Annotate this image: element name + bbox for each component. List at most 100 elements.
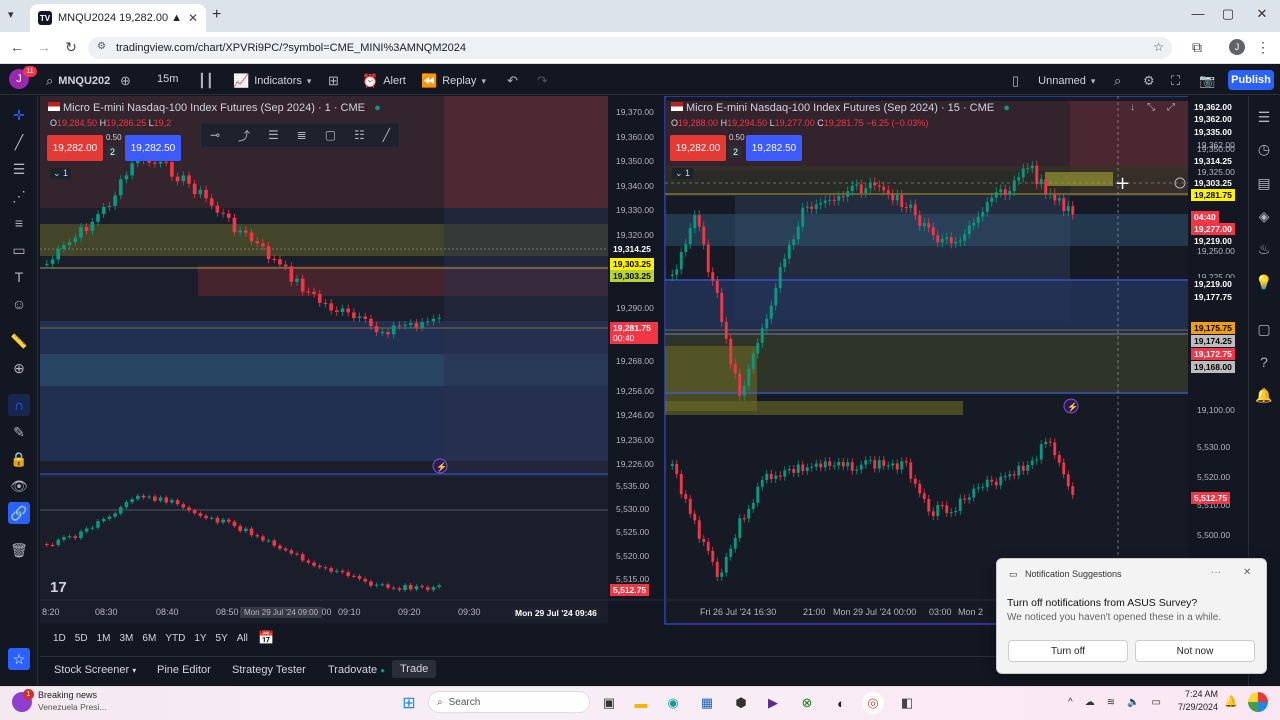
browser-tab[interactable]: TV MNQU2024 19,282.00 ▲ +0.58 ✕ [30, 4, 206, 32]
line-tool-icon[interactable]: ╱ [383, 128, 390, 142]
speaker-icon[interactable]: 🔈 [1127, 697, 1139, 708]
trend-line-icon[interactable]: ╱ [8, 131, 30, 153]
maximize-pane-icon[interactable]: ⤢ [1167, 102, 1175, 113]
crosshair-icon[interactable]: ✛ [8, 104, 30, 126]
maximize-icon[interactable]: ▢ [1218, 6, 1238, 22]
profile-avatar[interactable]: J [1229, 39, 1245, 55]
range-ytd[interactable]: YTD [165, 633, 185, 644]
layout-selector[interactable]: ▯ Unnamed ▾ [1012, 73, 1095, 89]
reload-icon[interactable]: ↻ [62, 39, 80, 56]
not-now-button[interactable]: Not now [1135, 640, 1255, 662]
ruler-icon[interactable]: 📏 [8, 330, 30, 352]
lock-icon[interactable]: 🔒 [8, 448, 30, 470]
news-title[interactable]: Breaking news [38, 690, 97, 700]
snapshot-button[interactable]: 📷 [1199, 73, 1215, 89]
pitchfork-icon[interactable]: ≡ [8, 212, 30, 234]
watchlist-icon[interactable]: ☰ [1253, 106, 1275, 128]
fib-retracement-icon[interactable]: ☰ [8, 158, 30, 180]
close-window-icon[interactable]: ✕ [1252, 6, 1272, 22]
buy-button[interactable]: 19,282.50 [125, 135, 181, 161]
tab-trade[interactable]: Trade [392, 660, 437, 678]
redo-button[interactable]: ↷ [537, 73, 548, 89]
bookmark-star-icon[interactable]: ☆ [1153, 40, 1164, 54]
forward-icon[interactable]: → [35, 39, 53, 55]
collapse-pane-icon[interactable]: ⤡ [1147, 102, 1155, 113]
chart-type-button[interactable]: ┃┃ [198, 73, 214, 89]
collapse-indicators-toggle[interactable]: ⌄ 1 [672, 168, 694, 179]
order-qty[interactable]: 2 [729, 146, 743, 158]
range-1d[interactable]: 1D [53, 633, 66, 644]
notifications-bell-icon[interactable]: 🔔 [1253, 384, 1275, 406]
range-6m[interactable]: 6M [142, 633, 156, 644]
data-window-icon[interactable]: ▤ [1253, 172, 1275, 194]
stay-in-drawing-icon[interactable]: ✎ [8, 421, 30, 443]
app-icon[interactable]: ◧ [896, 692, 918, 714]
clock-date[interactable]: 7/29/2024 [1168, 702, 1218, 712]
interval-selector[interactable]: 15m [157, 73, 178, 85]
extensions-icon[interactable]: ⧉ [1188, 39, 1206, 56]
back-icon[interactable]: ← [8, 39, 26, 55]
layers-icon[interactable]: ◈ [1253, 205, 1275, 227]
media-app-icon[interactable]: ◐ [830, 692, 852, 714]
range-1m[interactable]: 1M [97, 633, 111, 644]
left-chart-legend[interactable]: Micro E-mini Nasdaq-100 Index Futures (S… [48, 102, 381, 114]
app-cube-icon[interactable]: ⬢ [730, 692, 752, 714]
edge-browser-icon[interactable]: ◉ [662, 692, 684, 714]
zoom-in-icon[interactable]: ⊕ [8, 357, 30, 379]
clock-time[interactable]: 7:24 AM [1178, 689, 1218, 699]
more-options-icon[interactable]: ··· [1211, 567, 1221, 578]
turn-off-button[interactable]: Turn off [1008, 640, 1128, 662]
range-5y[interactable]: 5Y [216, 633, 228, 644]
sell-button[interactable]: 19,282.00 [670, 135, 726, 161]
close-notification-icon[interactable]: ✕ [1243, 567, 1251, 578]
task-view-icon[interactable]: ▣ [598, 692, 620, 714]
publish-button[interactable]: Publish [1228, 70, 1274, 90]
range-5d[interactable]: 5D [75, 633, 88, 644]
rectangle-tool-icon[interactable]: ▢ [325, 128, 336, 142]
tab-stock-screener[interactable]: Stock Screener ▾ [54, 664, 136, 676]
indicators-button[interactable]: 📈 Indicators ▾ [233, 73, 311, 89]
sell-button[interactable]: 19,282.00 [47, 135, 103, 161]
emoji-icon[interactable]: ☺ [8, 293, 30, 315]
go-to-date-icon[interactable]: 📅 [258, 630, 274, 646]
eye-icon[interactable]: 👁 [8, 475, 30, 497]
range-all[interactable]: All [237, 633, 248, 644]
trash-icon[interactable]: 🗑 [8, 539, 30, 561]
chrome-icon[interactable]: ◎ [862, 692, 884, 714]
arrow-down-icon[interactable]: ↓ [1130, 102, 1135, 113]
symbol-search[interactable]: ⌕ MNQU202 [46, 73, 110, 89]
minimize-icon[interactable]: — [1188, 6, 1208, 21]
order-qty[interactable]: 2 [106, 146, 120, 158]
quick-search-button[interactable]: ⌕ [1114, 73, 1121, 89]
tab-pine-editor[interactable]: Pine Editor [157, 664, 211, 676]
menu-kebab-icon[interactable]: ⋮ [1254, 39, 1272, 56]
horizontal-ray-icon[interactable]: ⊸ [210, 128, 220, 142]
regression-icon[interactable]: ☷ [354, 128, 365, 142]
notification-bell-icon[interactable]: 🔔 [1224, 695, 1238, 708]
parallel-channel-icon[interactable]: ≣ [297, 128, 307, 142]
fib-channel-icon[interactable]: ☰ [268, 128, 279, 142]
fullscreen-button[interactable]: ⛶ [1171, 73, 1180, 89]
wifi-icon[interactable]: ≋ [1107, 697, 1115, 708]
buy-button[interactable]: 19,282.50 [746, 135, 802, 161]
tab-list-icon[interactable]: ▾ [8, 8, 22, 22]
tab-strategy-tester[interactable]: Strategy Tester [232, 664, 306, 676]
right-chart-legend[interactable]: Micro E-mini Nasdaq-100 Index Futures (S… [671, 102, 1010, 114]
link-icon[interactable]: 🔗 [8, 502, 30, 524]
range-3m[interactable]: 3M [120, 633, 134, 644]
replay-button[interactable]: ⏪ Replay ▾ [421, 73, 486, 89]
collapse-indicators-toggle[interactable]: ⌄ 1 [50, 168, 72, 179]
patterns-icon[interactable]: ⋰ [8, 185, 30, 207]
text-icon[interactable]: T [8, 266, 30, 288]
site-info-icon[interactable]: ⚙ [97, 41, 106, 52]
xbox-icon[interactable]: ⊗ [796, 692, 818, 714]
hotlists-fire-icon[interactable]: ♨ [1253, 238, 1275, 260]
alert-button[interactable]: ⏰ Alert [362, 73, 406, 89]
store-icon[interactable]: ▦ [696, 692, 718, 714]
star-watchlist-icon[interactable]: ☆ [8, 648, 30, 670]
chat-icon[interactable]: ▢ [1253, 318, 1275, 340]
visual-studio-icon[interactable]: ▶ [762, 692, 784, 714]
chevron-up-icon[interactable]: ^ [1068, 697, 1073, 708]
layouts-button[interactable]: ⊞ [328, 73, 339, 89]
close-tab-icon[interactable]: ✕ [188, 11, 206, 25]
